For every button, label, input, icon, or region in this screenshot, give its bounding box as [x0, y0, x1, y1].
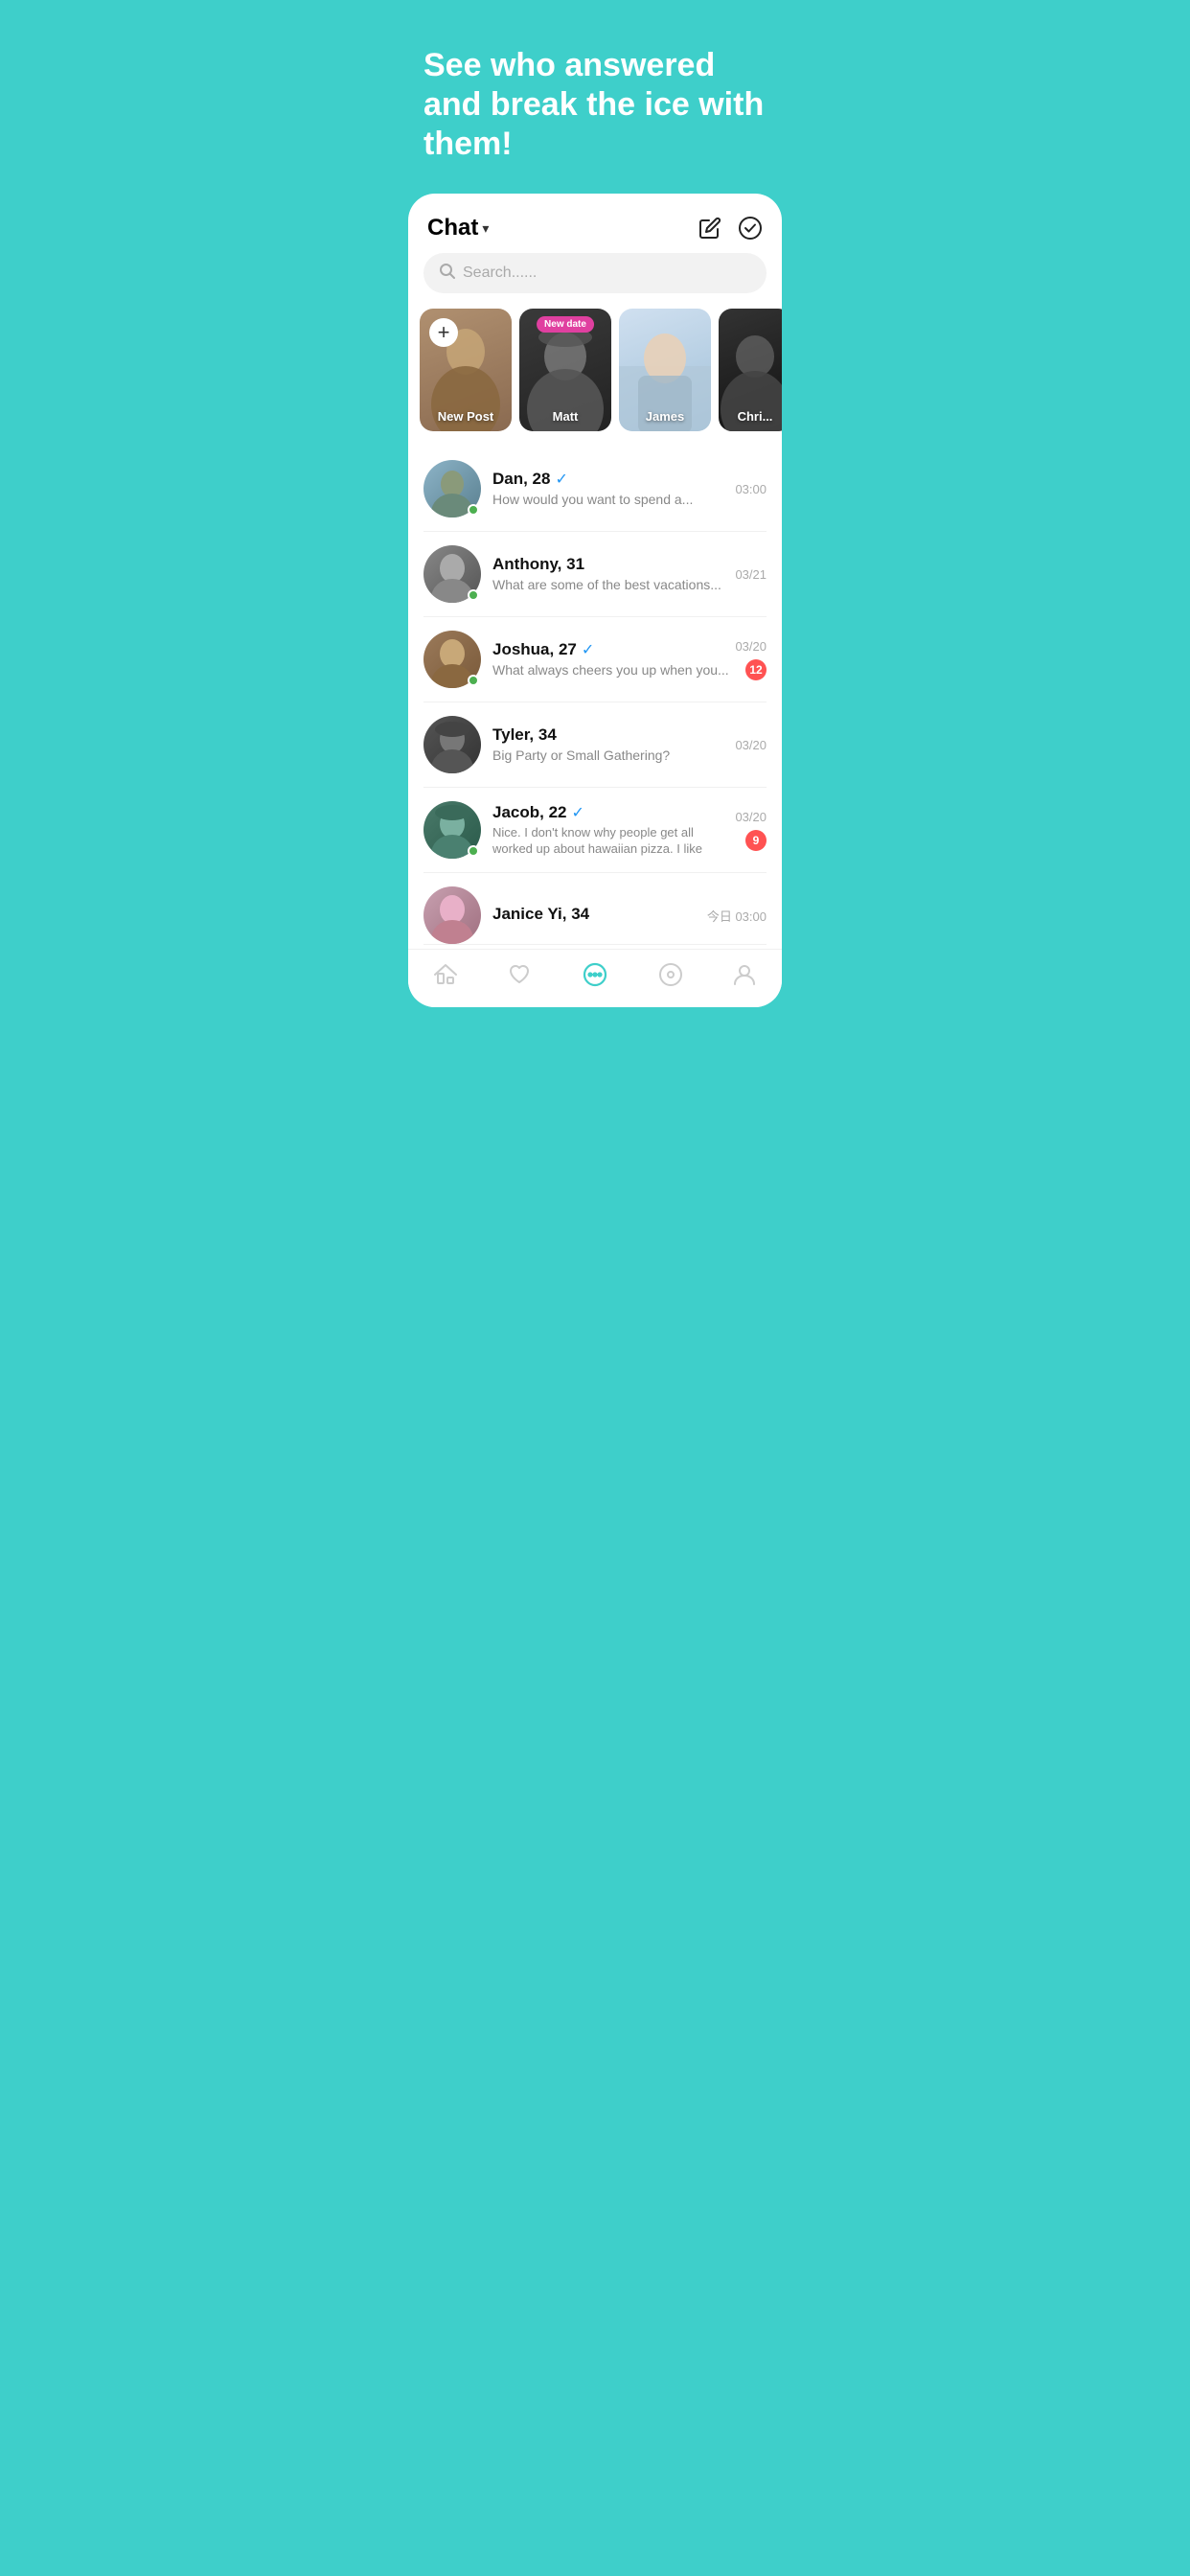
chat-meta-anthony: 03/21 [735, 567, 767, 582]
nav-profile[interactable] [732, 962, 757, 987]
chat-name-dan: Dan, 28 [492, 470, 550, 489]
matt-label: Matt [519, 409, 611, 424]
unread-badge-jacob: 9 [745, 830, 767, 851]
chat-list: Dan, 28 ✓ How would you want to spend a.… [408, 447, 782, 945]
story-chris[interactable]: Chri... [719, 309, 782, 431]
chat-content-janice: Janice Yi, 34 [492, 905, 696, 927]
hero-title: See who answered and break the ice with … [423, 46, 767, 163]
search-placeholder: Search...... [463, 264, 537, 282]
chat-meta-tyler: 03/20 [735, 738, 767, 752]
chat-meta-joshua: 03/20 12 [735, 639, 767, 680]
chat-content-joshua: Joshua, 27 ✓ What always cheers you up w… [492, 640, 723, 679]
story-matt[interactable]: New date Matt [519, 309, 611, 431]
nav-likes[interactable] [507, 962, 532, 987]
chat-icon [582, 961, 608, 988]
chat-time-tyler: 03/20 [735, 738, 767, 752]
chat-name-janice: Janice Yi, 34 [492, 905, 589, 924]
nav-chat[interactable] [582, 961, 608, 988]
chat-time-dan: 03:00 [735, 482, 767, 496]
chat-name-row-tyler: Tyler, 34 [492, 725, 723, 745]
verified-jacob: ✓ [572, 803, 584, 822]
story-new-post[interactable]: + New Post [420, 309, 512, 431]
header-icons [698, 216, 763, 241]
explore-icon [658, 962, 683, 987]
chat-preview-tyler: Big Party or Small Gathering? [492, 748, 670, 763]
avatar-janice [423, 886, 481, 944]
online-dot-anthony [468, 589, 479, 601]
chat-meta-dan: 03:00 [735, 482, 767, 496]
chat-name-row-joshua: Joshua, 27 ✓ [492, 640, 723, 659]
avatar-wrap-anthony [423, 545, 481, 603]
avatar-wrap-janice [423, 886, 481, 944]
chat-item-jacob[interactable]: Jacob, 22 ✓ Nice. I don't know why peopl… [423, 788, 767, 873]
chat-preview-anthony: What are some of the best vacations... [492, 577, 721, 592]
heart-icon [507, 962, 532, 987]
chat-item-joshua[interactable]: Joshua, 27 ✓ What always cheers you up w… [423, 617, 767, 702]
chat-meta-jacob: 03/20 9 [735, 810, 767, 851]
home-icon [433, 962, 458, 987]
chat-content-dan: Dan, 28 ✓ How would you want to spend a.… [492, 470, 723, 509]
avatar-wrap-jacob [423, 801, 481, 859]
stories-row: + New Post New date Matt James [408, 309, 782, 447]
hero-section: See who answered and break the ice with … [397, 0, 793, 194]
nav-explore[interactable] [658, 962, 683, 987]
chat-name-joshua: Joshua, 27 [492, 640, 577, 659]
dropdown-arrow-icon: ▾ [482, 220, 489, 237]
james-label: James [619, 409, 711, 424]
online-dot-jacob [468, 845, 479, 857]
online-dot-dan [468, 504, 479, 516]
chat-preview-jacob: Nice. I don't know why people get all wo… [492, 825, 723, 858]
compose-button[interactable] [698, 216, 722, 241]
chat-name-jacob: Jacob, 22 [492, 803, 567, 822]
search-icon [439, 263, 455, 284]
chat-time-joshua: 03/20 [735, 639, 767, 654]
search-bar[interactable]: Search...... [423, 253, 767, 293]
avatar-wrap-joshua [423, 631, 481, 688]
chat-name-row-jacob: Jacob, 22 ✓ [492, 803, 723, 822]
chat-content-anthony: Anthony, 31 What are some of the best va… [492, 555, 723, 594]
chat-title-text: Chat [427, 215, 478, 242]
checkmark-button[interactable] [738, 216, 763, 241]
chat-name-anthony: Anthony, 31 [492, 555, 584, 574]
chat-name-row-anthony: Anthony, 31 [492, 555, 723, 574]
nav-home[interactable] [433, 962, 458, 987]
chat-header: Chat ▾ [408, 194, 782, 253]
verified-joshua: ✓ [582, 640, 594, 659]
chat-name-tyler: Tyler, 34 [492, 725, 557, 745]
avatar-wrap-tyler [423, 716, 481, 773]
chat-item-janice[interactable]: Janice Yi, 34 今日 03:00 [423, 873, 767, 945]
profile-icon [732, 962, 757, 987]
chat-time-anthony: 03/21 [735, 567, 767, 582]
chat-item-dan[interactable]: Dan, 28 ✓ How would you want to spend a.… [423, 447, 767, 532]
chat-item-anthony[interactable]: Anthony, 31 What are some of the best va… [423, 532, 767, 617]
chat-item-tyler[interactable]: Tyler, 34 Big Party or Small Gathering? … [423, 702, 767, 788]
chat-content-tyler: Tyler, 34 Big Party or Small Gathering? [492, 725, 723, 765]
new-post-label: New Post [420, 409, 512, 424]
chat-preview-dan: How would you want to spend a... [492, 492, 693, 507]
story-james[interactable]: James [619, 309, 711, 431]
bottom-nav [408, 949, 782, 1007]
chat-content-jacob: Jacob, 22 ✓ Nice. I don't know why peopl… [492, 803, 723, 858]
chat-time-janice: 今日 03:00 [707, 907, 767, 925]
avatar-tyler [423, 716, 481, 773]
chat-time-jacob: 03/20 [735, 810, 767, 824]
chat-preview-joshua: What always cheers you up when you... [492, 662, 729, 678]
chat-name-row-janice: Janice Yi, 34 [492, 905, 696, 924]
chat-meta-janice: 今日 03:00 [707, 907, 767, 925]
verified-dan: ✓ [555, 470, 567, 489]
new-date-badge: New date [537, 316, 594, 333]
chat-title[interactable]: Chat ▾ [427, 215, 489, 242]
app-card: Chat ▾ Search.. [408, 194, 782, 1007]
online-dot-joshua [468, 675, 479, 686]
chris-label: Chri... [719, 409, 782, 424]
unread-badge-joshua: 12 [745, 659, 767, 680]
avatar-wrap-dan [423, 460, 481, 518]
chat-name-row-dan: Dan, 28 ✓ [492, 470, 723, 489]
